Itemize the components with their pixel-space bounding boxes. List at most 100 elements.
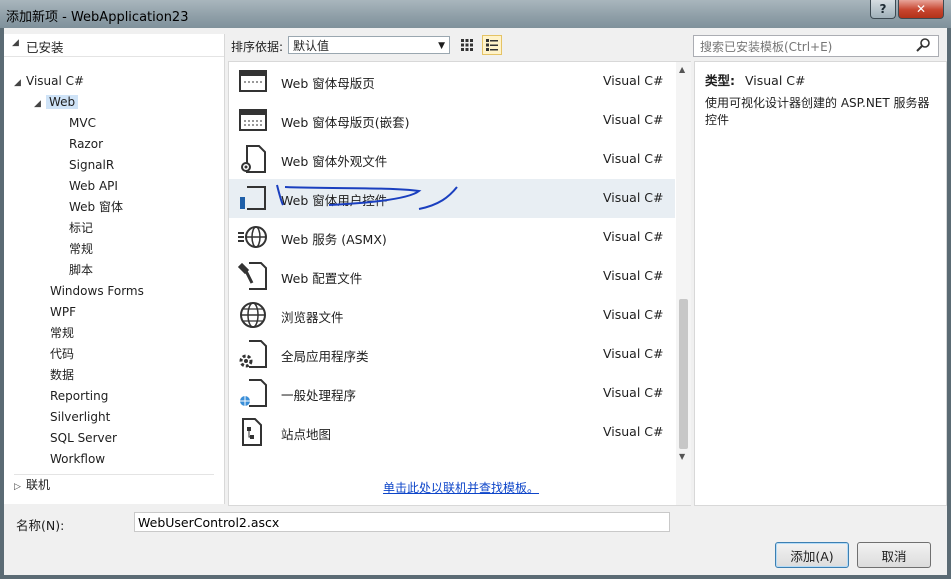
- template-language: Visual C#: [603, 190, 664, 205]
- add-button[interactable]: 添加(A): [775, 542, 849, 568]
- tree-item-signalr[interactable]: SignalR: [69, 155, 114, 175]
- tree-item-label: Visual C#: [26, 74, 85, 88]
- dialog-body: ◢ 已安装 ◢ Visual C# ◢ Web MVC Razor SignalR …: [4, 28, 947, 575]
- tree-item-reporting[interactable]: Reporting: [50, 386, 108, 406]
- template-list: Web 窗体母版页 Visual C# Web 窗体母版页(嵌套) Visual…: [228, 61, 691, 506]
- close-button[interactable]: ✕: [898, 0, 944, 19]
- list-view-button[interactable]: [482, 35, 502, 55]
- tree-item-wpf[interactable]: WPF: [50, 302, 76, 322]
- tree-item-silverlight[interactable]: Silverlight: [50, 407, 110, 427]
- master-page-icon: [239, 70, 267, 92]
- tree-item-visual-csharp[interactable]: ◢ Visual C#: [14, 71, 84, 91]
- chevron-down-icon: ▼: [438, 41, 445, 51]
- help-button[interactable]: ?: [870, 0, 896, 19]
- window-title: 添加新项 - WebApplication23: [6, 10, 189, 25]
- tree-item-web-api[interactable]: Web API: [69, 176, 118, 196]
- template-name: Web 窗体母版页: [281, 76, 375, 91]
- type-value: Visual C#: [745, 73, 806, 88]
- type-label: 类型:: [705, 73, 735, 88]
- template-list-scrollbar[interactable]: ▲ ▼: [676, 62, 691, 505]
- tree-item-razor[interactable]: Razor: [69, 134, 103, 154]
- tree-item-web-forms[interactable]: Web 窗体: [69, 197, 123, 217]
- installed-label: 已安装: [26, 40, 64, 55]
- pen-annotation: [276, 184, 458, 210]
- tree-item-script[interactable]: 脚本: [69, 260, 93, 280]
- tree-item-workflow[interactable]: Workflow: [50, 449, 105, 469]
- scroll-thumb[interactable]: [679, 299, 688, 449]
- list-view-icon: [486, 39, 498, 51]
- template-language: Visual C#: [603, 73, 664, 88]
- template-name: Web 窗体外观文件: [281, 154, 388, 169]
- scroll-up-icon[interactable]: ▲: [679, 65, 685, 74]
- tree-item-general-2[interactable]: 常规: [50, 323, 74, 343]
- search-input[interactable]: [698, 37, 912, 57]
- tree-item-mvc[interactable]: MVC: [69, 113, 96, 133]
- user-control-icon: [240, 186, 266, 210]
- template-row-skin-file[interactable]: Web 窗体外观文件 Visual C#: [229, 140, 675, 179]
- template-language: Visual C#: [603, 424, 664, 439]
- search-online-link[interactable]: 单击此处以联机并查找模板。: [383, 479, 539, 496]
- template-language: Visual C#: [603, 229, 664, 244]
- config-file-icon: [237, 262, 267, 290]
- nested-master-page-icon: [239, 109, 267, 131]
- installed-header[interactable]: ◢ 已安装: [4, 34, 224, 57]
- sort-dropdown[interactable]: 默认值 ▼: [288, 36, 450, 54]
- name-field[interactable]: [134, 512, 670, 532]
- collapse-arrow-icon: ◢: [12, 38, 19, 48]
- search-icon[interactable]: [916, 38, 932, 55]
- global-app-class-icon: [239, 340, 267, 368]
- tree-item-label: Web: [46, 95, 79, 109]
- template-row-sitemap[interactable]: 站点地图 Visual C#: [229, 413, 675, 452]
- template-name: Web 配置文件: [281, 271, 363, 286]
- template-name: 浏览器文件: [281, 310, 344, 325]
- tree-item-data[interactable]: 数据: [50, 365, 74, 385]
- template-language: Visual C#: [603, 268, 664, 283]
- template-language: Visual C#: [603, 112, 664, 127]
- expanded-arrow-icon: ◢: [14, 78, 21, 88]
- template-row-user-control[interactable]: Web 窗体用户控件 Visual C#: [229, 179, 675, 218]
- sitemap-icon: [242, 418, 262, 446]
- help-icon: ?: [879, 2, 887, 16]
- online-header[interactable]: ▷ 联机: [14, 474, 214, 495]
- template-language: Visual C#: [603, 307, 664, 322]
- template-description: 使用可视化设计器创建的 ASP.NET 服务器控件: [705, 96, 930, 127]
- browser-file-icon: [240, 302, 266, 328]
- template-row-generic-handler[interactable]: 一般处理程序 Visual C#: [229, 374, 675, 413]
- details-panel: 类型: Visual C# 使用可视化设计器创建的 ASP.NET 服务器控件: [694, 61, 947, 506]
- close-icon: ✕: [915, 2, 927, 16]
- template-row-master-page[interactable]: Web 窗体母版页 Visual C#: [229, 62, 675, 101]
- tree-item-markup[interactable]: 标记: [69, 218, 93, 238]
- template-row-nested-master-page[interactable]: Web 窗体母版页(嵌套) Visual C#: [229, 101, 675, 140]
- name-label: 名称(N):: [16, 518, 65, 533]
- template-row-browser-file[interactable]: 浏览器文件 Visual C#: [229, 296, 675, 335]
- small-icons-view-button[interactable]: [457, 35, 477, 55]
- template-row-web-service[interactable]: Web 服务 (ASMX) Visual C#: [229, 218, 675, 257]
- search-box[interactable]: [693, 35, 939, 57]
- category-panel: ◢ 已安装 ◢ Visual C# ◢ Web MVC Razor SignalR …: [4, 34, 225, 504]
- template-language: Visual C#: [603, 346, 664, 361]
- grid-view-icon: [461, 39, 473, 51]
- tree-item-windows-forms[interactable]: Windows Forms: [50, 281, 144, 301]
- title-bar: 添加新项 - WebApplication23 ? ✕: [0, 0, 951, 28]
- template-name: 全局应用程序类: [281, 349, 369, 364]
- tree-item-general[interactable]: 常规: [69, 239, 93, 259]
- web-service-icon: [238, 226, 267, 248]
- collapsed-arrow-icon: ▷: [14, 482, 21, 492]
- tree-item-web[interactable]: ◢ Web: [34, 92, 79, 112]
- expanded-arrow-icon: ◢: [34, 99, 41, 109]
- scroll-down-icon[interactable]: ▼: [679, 452, 685, 461]
- sort-label: 排序依据:: [231, 40, 284, 54]
- tree-item-code[interactable]: 代码: [50, 344, 74, 364]
- template-language: Visual C#: [603, 151, 664, 166]
- template-row-web-config[interactable]: Web 配置文件 Visual C#: [229, 257, 675, 296]
- template-name: 一般处理程序: [281, 388, 357, 403]
- generic-handler-icon: [240, 379, 267, 407]
- template-name: 站点地图: [281, 427, 332, 442]
- template-language: Visual C#: [603, 385, 664, 400]
- cancel-button[interactable]: 取消: [857, 542, 931, 568]
- tree-item-sql-server[interactable]: SQL Server: [50, 428, 117, 448]
- template-row-global-app-class[interactable]: 全局应用程序类 Visual C#: [229, 335, 675, 374]
- skin-file-icon: [241, 145, 266, 173]
- template-name: Web 窗体母版页(嵌套): [281, 115, 410, 130]
- template-name: Web 服务 (ASMX): [281, 232, 387, 247]
